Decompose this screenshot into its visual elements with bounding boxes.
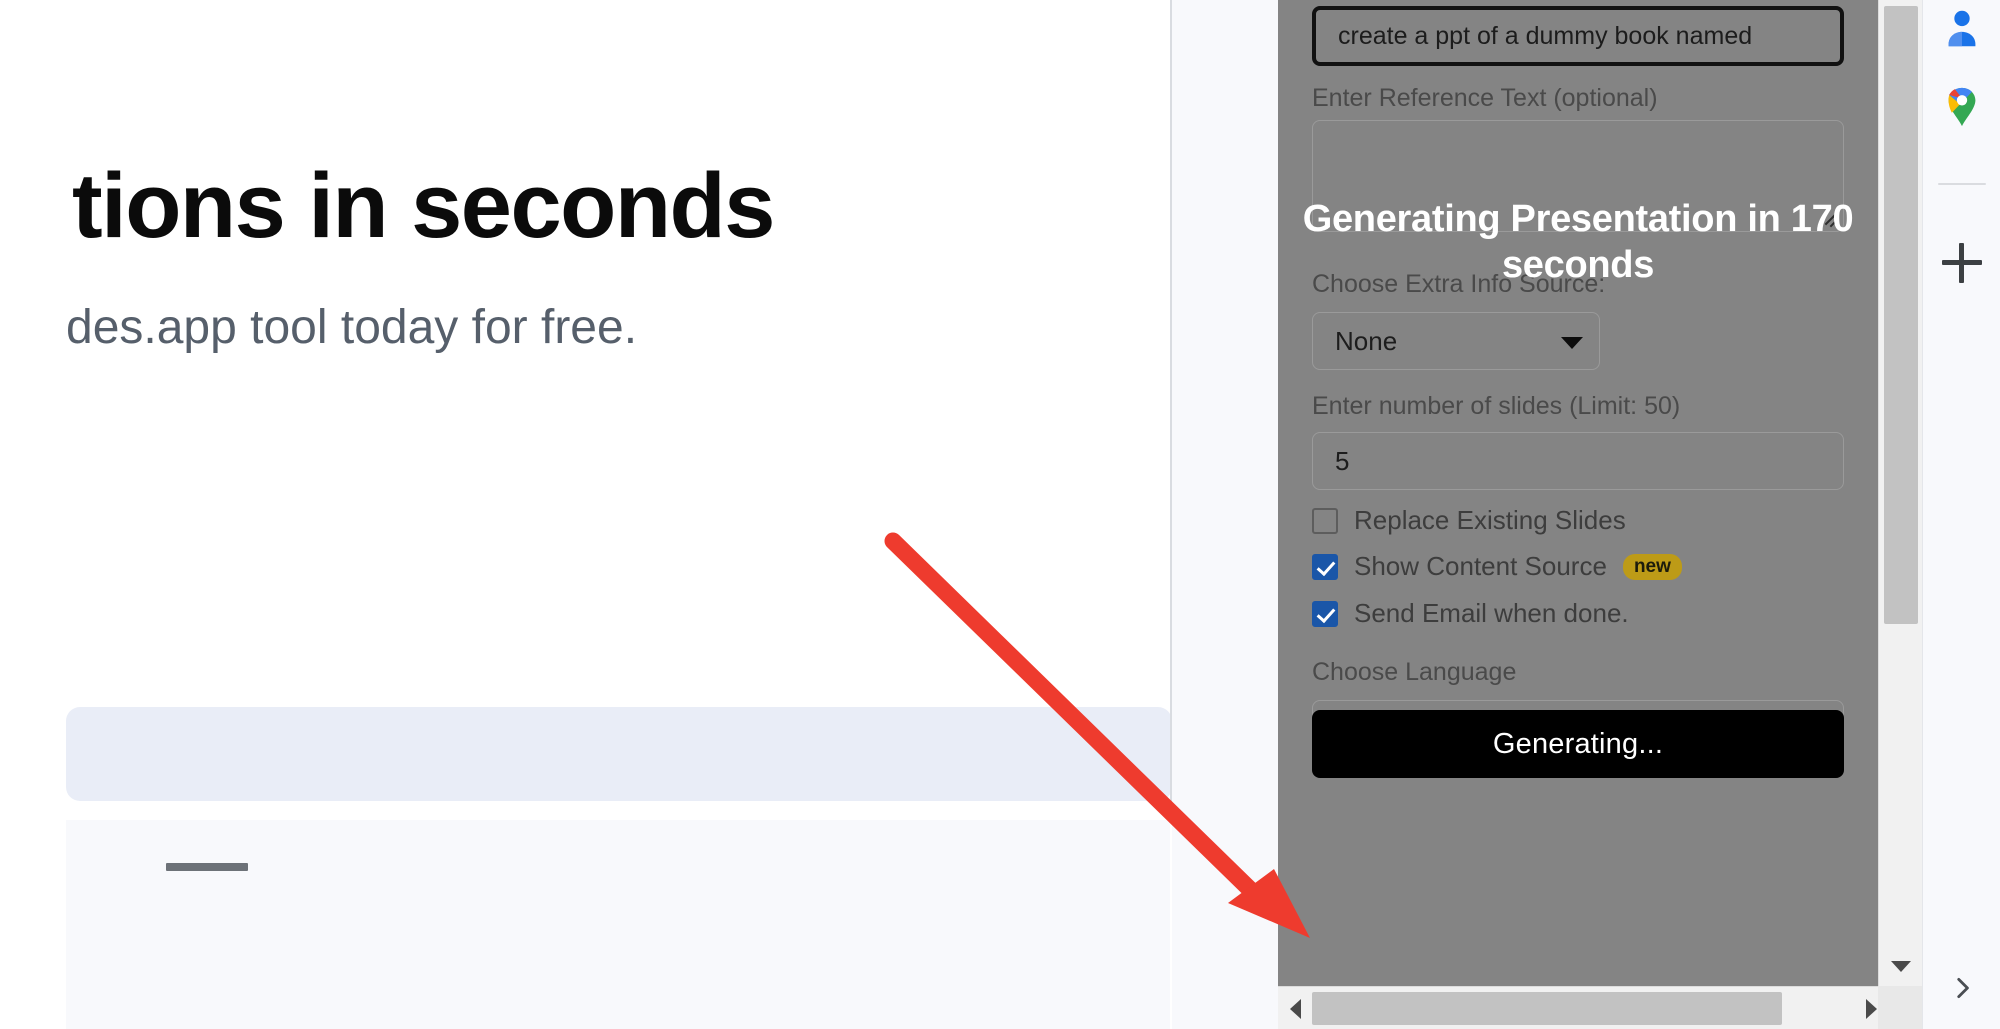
page-section-band [66,820,1170,1029]
scroll-down-button[interactable] [1879,946,1923,986]
page-subtitle: des.app tool today for free. [66,301,638,354]
language-label: Choose Language [1312,658,1517,686]
checkbox-row-send-email[interactable]: Send Email when done. [1312,598,1629,629]
horizontal-scrollbar[interactable] [1278,986,1922,1029]
checkbox-label-replace-existing-slides: Replace Existing Slides [1354,505,1626,535]
slides-count-label: Enter number of slides (Limit: 50) [1312,392,1681,420]
triangle-down-icon [1891,960,1911,972]
extra-info-source-select[interactable]: None [1312,312,1600,370]
checkbox-label-send-email: Send Email when done. [1354,598,1629,628]
content-card [66,707,1172,801]
scroll-left-button[interactable] [1278,987,1312,1029]
vertical-scrollbar-thumb[interactable] [1884,6,1918,624]
prompt-input[interactable]: create a ppt of a dummy book named [1312,6,1844,66]
contacts-icon[interactable] [1939,6,1985,52]
resize-grip-icon[interactable] [1820,209,1838,228]
extra-info-source-value: None [1335,325,1398,356]
checkbox-show-content-source[interactable] [1312,553,1338,580]
section-divider-dash [166,863,248,871]
maps-icon[interactable] [1939,84,1985,130]
triangle-left-icon [1289,998,1301,1019]
checkbox-row-replace-existing-slides[interactable]: Replace Existing Slides [1312,505,1626,536]
sidebar-divider [1938,183,1986,185]
page-right-gutter [1172,0,1278,1029]
prompt-input-value: create a ppt of a dummy book named [1338,21,1753,50]
checkbox-row-show-content-source[interactable]: Show Content Source new [1312,551,1682,582]
reference-text-input[interactable] [1312,120,1844,232]
chevron-down-icon [1561,337,1583,349]
triangle-right-icon [1865,998,1877,1019]
vertical-scrollbar[interactable] [1878,0,1922,986]
add-icon[interactable] [1941,243,1982,283]
addon-dialog-panel: create a ppt of a dummy book named Enter… [1278,0,1878,986]
page-title: tions in seconds [72,155,775,257]
checkbox-label-show-content-source: Show Content Source [1354,551,1607,581]
slides-count-value: 5 [1335,445,1350,476]
reference-text-label: Enter Reference Text (optional) [1312,84,1658,112]
scrollbar-corner [1878,986,1922,1029]
screenshot-root: tions in seconds des.app tool today for … [0,0,2000,1029]
generate-button[interactable]: Generating... [1312,710,1844,778]
generate-button-label: Generating... [1492,727,1664,760]
horizontal-scrollbar-thumb[interactable] [1312,992,1782,1025]
checkbox-replace-existing-slides[interactable] [1312,507,1338,534]
web-page-content: tions in seconds des.app tool today for … [0,0,1278,1029]
presentation-form: create a ppt of a dummy book named Enter… [1278,0,1856,986]
new-badge: new [1622,553,1682,580]
slides-count-input[interactable]: 5 [1312,432,1844,490]
chevron-right-icon[interactable] [1949,975,1975,1001]
google-side-panel [1922,0,2000,1029]
extra-info-source-label: Choose Extra Info Source: [1312,270,1606,298]
checkbox-send-email[interactable] [1312,600,1338,627]
